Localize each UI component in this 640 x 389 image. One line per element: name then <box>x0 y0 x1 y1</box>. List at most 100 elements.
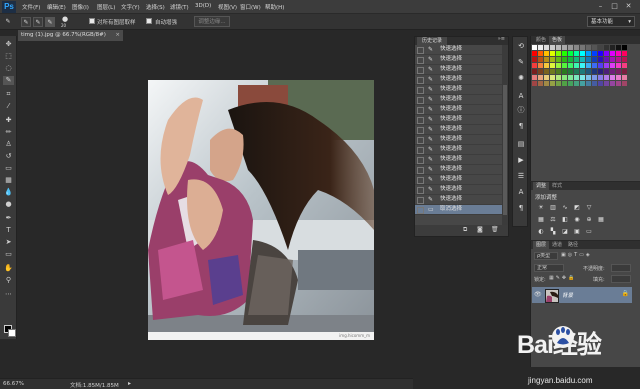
color-swatch[interactable] <box>568 45 573 50</box>
color-swatch[interactable] <box>592 75 597 80</box>
menu-3d[interactable]: 3D(D) <box>195 3 211 9</box>
eyedropper-tool-icon[interactable]: ⁄ <box>3 102 14 111</box>
history-item[interactable]: ✎ 快速选择 <box>415 125 502 135</box>
color-swatch[interactable] <box>532 51 537 56</box>
history-item[interactable]: ✎ 快速选择 <box>415 135 502 145</box>
eraser-tool-icon[interactable]: ▭ <box>3 164 14 173</box>
color-swatch[interactable] <box>556 57 561 62</box>
exposure-icon[interactable]: ◩ <box>573 204 581 212</box>
tab-layers[interactable]: 图层 <box>533 241 550 249</box>
color-swatch[interactable] <box>568 81 573 86</box>
layer-row-background[interactable]: 👁 背景 🔒 <box>532 287 632 303</box>
tab-adjustments[interactable]: 调整 <box>533 182 550 190</box>
color-swatch[interactable] <box>592 57 597 62</box>
color-swatch[interactable] <box>556 51 561 56</box>
history-brush-icon[interactable]: ↺ <box>3 152 14 161</box>
history-source-checkbox[interactable] <box>417 167 424 174</box>
color-swatch[interactable] <box>538 75 543 80</box>
history-source-checkbox[interactable] <box>417 177 424 184</box>
marquee-tool-icon[interactable]: ⬚ <box>3 52 14 61</box>
tab-history[interactable]: 历史记录 <box>417 37 448 45</box>
color-swatch[interactable] <box>574 81 579 86</box>
color-swatch[interactable] <box>562 45 567 50</box>
color-swatch[interactable] <box>532 75 537 80</box>
color-lookup-icon[interactable]: ▦ <box>597 216 605 224</box>
tab-styles[interactable]: 样式 <box>549 182 565 190</box>
color-swatch[interactable] <box>562 75 567 80</box>
document-image[interactable] <box>148 80 374 338</box>
color-swatch[interactable] <box>610 81 615 86</box>
history-source-checkbox[interactable] <box>417 47 424 54</box>
hue-saturation-icon[interactable]: ▦ <box>537 216 545 224</box>
color-swatch[interactable] <box>622 57 627 62</box>
color-swatch[interactable] <box>616 81 621 86</box>
color-swatch[interactable] <box>616 63 621 68</box>
layer-comps-icon[interactable]: ▤ <box>516 139 526 149</box>
history-item[interactable]: ✎ 快速选择 <box>415 195 502 205</box>
fill-field[interactable] <box>611 275 631 283</box>
color-swatch[interactable] <box>586 69 591 74</box>
color-swatch[interactable] <box>550 57 555 62</box>
history-item[interactable]: ✎ 快速选择 <box>415 175 502 185</box>
color-swatch[interactable] <box>580 63 585 68</box>
snapshot-icon[interactable]: ⧉ <box>463 226 467 234</box>
color-swatch[interactable] <box>622 45 627 50</box>
close-tab-icon[interactable]: × <box>115 30 120 41</box>
color-swatch[interactable] <box>574 51 579 56</box>
color-swatch[interactable] <box>622 69 627 74</box>
color-swatch[interactable] <box>580 81 585 86</box>
color-swatch[interactable] <box>568 51 573 56</box>
color-swatch[interactable] <box>556 63 561 68</box>
color-swatch[interactable] <box>580 57 585 62</box>
color-swatch[interactable] <box>556 81 561 86</box>
color-swatch[interactable] <box>562 69 567 74</box>
layer-filter-icons[interactable]: ▣◎T▭◈ <box>561 252 592 258</box>
color-swatch[interactable] <box>574 45 579 50</box>
photo-filter-icon[interactable]: ◉ <box>573 216 581 224</box>
color-swatch[interactable] <box>586 81 591 86</box>
history-item[interactable]: ✎ 快速选择 <box>415 105 502 115</box>
history-source-checkbox[interactable] <box>417 87 424 94</box>
history-item[interactable]: ✎ 快速选择 <box>415 75 502 85</box>
opacity-field[interactable] <box>611 264 631 272</box>
lock-icons[interactable]: ▦✎✥🔒 <box>549 275 576 281</box>
channel-mixer-icon[interactable]: ⊕ <box>585 216 593 224</box>
color-swatch[interactable] <box>598 57 603 62</box>
color-swatch[interactable] <box>556 75 561 80</box>
color-swatch[interactable] <box>544 81 549 86</box>
menu-edit[interactable]: 编辑(E) <box>47 3 66 11</box>
scroll-thumb[interactable] <box>503 85 507 215</box>
color-swatch[interactable] <box>556 45 561 50</box>
color-swatch[interactable] <box>622 81 627 86</box>
color-swatch[interactable] <box>574 75 579 80</box>
swatch-grid[interactable] <box>532 45 630 89</box>
color-swatch[interactable] <box>556 69 561 74</box>
color-swatch[interactable] <box>586 51 591 56</box>
menu-filter[interactable]: 滤镜(T) <box>170 3 189 11</box>
black-white-icon[interactable]: ◧ <box>561 216 569 224</box>
color-swatch[interactable] <box>586 63 591 68</box>
color-swatch[interactable] <box>592 63 597 68</box>
selective-color-icon[interactable]: ▣ <box>573 228 581 236</box>
history-item[interactable]: ✎ 快速选择 <box>415 155 502 165</box>
color-swatch[interactable] <box>604 51 609 56</box>
color-swatch[interactable] <box>538 57 543 62</box>
history-item-deselect[interactable]: ▭ 取消选择 <box>415 205 502 215</box>
color-swatch[interactable] <box>592 45 597 50</box>
menu-layer[interactable]: 图层(L) <box>97 3 115 11</box>
color-swatch[interactable] <box>562 51 567 56</box>
history-source-checkbox[interactable] <box>417 127 424 134</box>
history-source-checkbox[interactable] <box>417 157 424 164</box>
type-tool-icon[interactable]: T <box>3 226 14 235</box>
color-swatch[interactable] <box>550 81 555 86</box>
color-swatch[interactable] <box>532 57 537 62</box>
invert-icon[interactable]: ◐ <box>537 228 545 236</box>
brush-tool-icon[interactable]: ✏ <box>3 128 14 137</box>
color-swatch[interactable] <box>544 69 549 74</box>
history-item[interactable]: ✎ 快速选择 <box>415 55 502 65</box>
history-source-checkbox[interactable] <box>417 137 424 144</box>
history-item[interactable]: ✎ 快速选择 <box>415 85 502 95</box>
color-swatch[interactable] <box>532 63 537 68</box>
history-item[interactable]: ✎ 快速选择 <box>415 65 502 75</box>
color-swatch[interactable] <box>538 81 543 86</box>
